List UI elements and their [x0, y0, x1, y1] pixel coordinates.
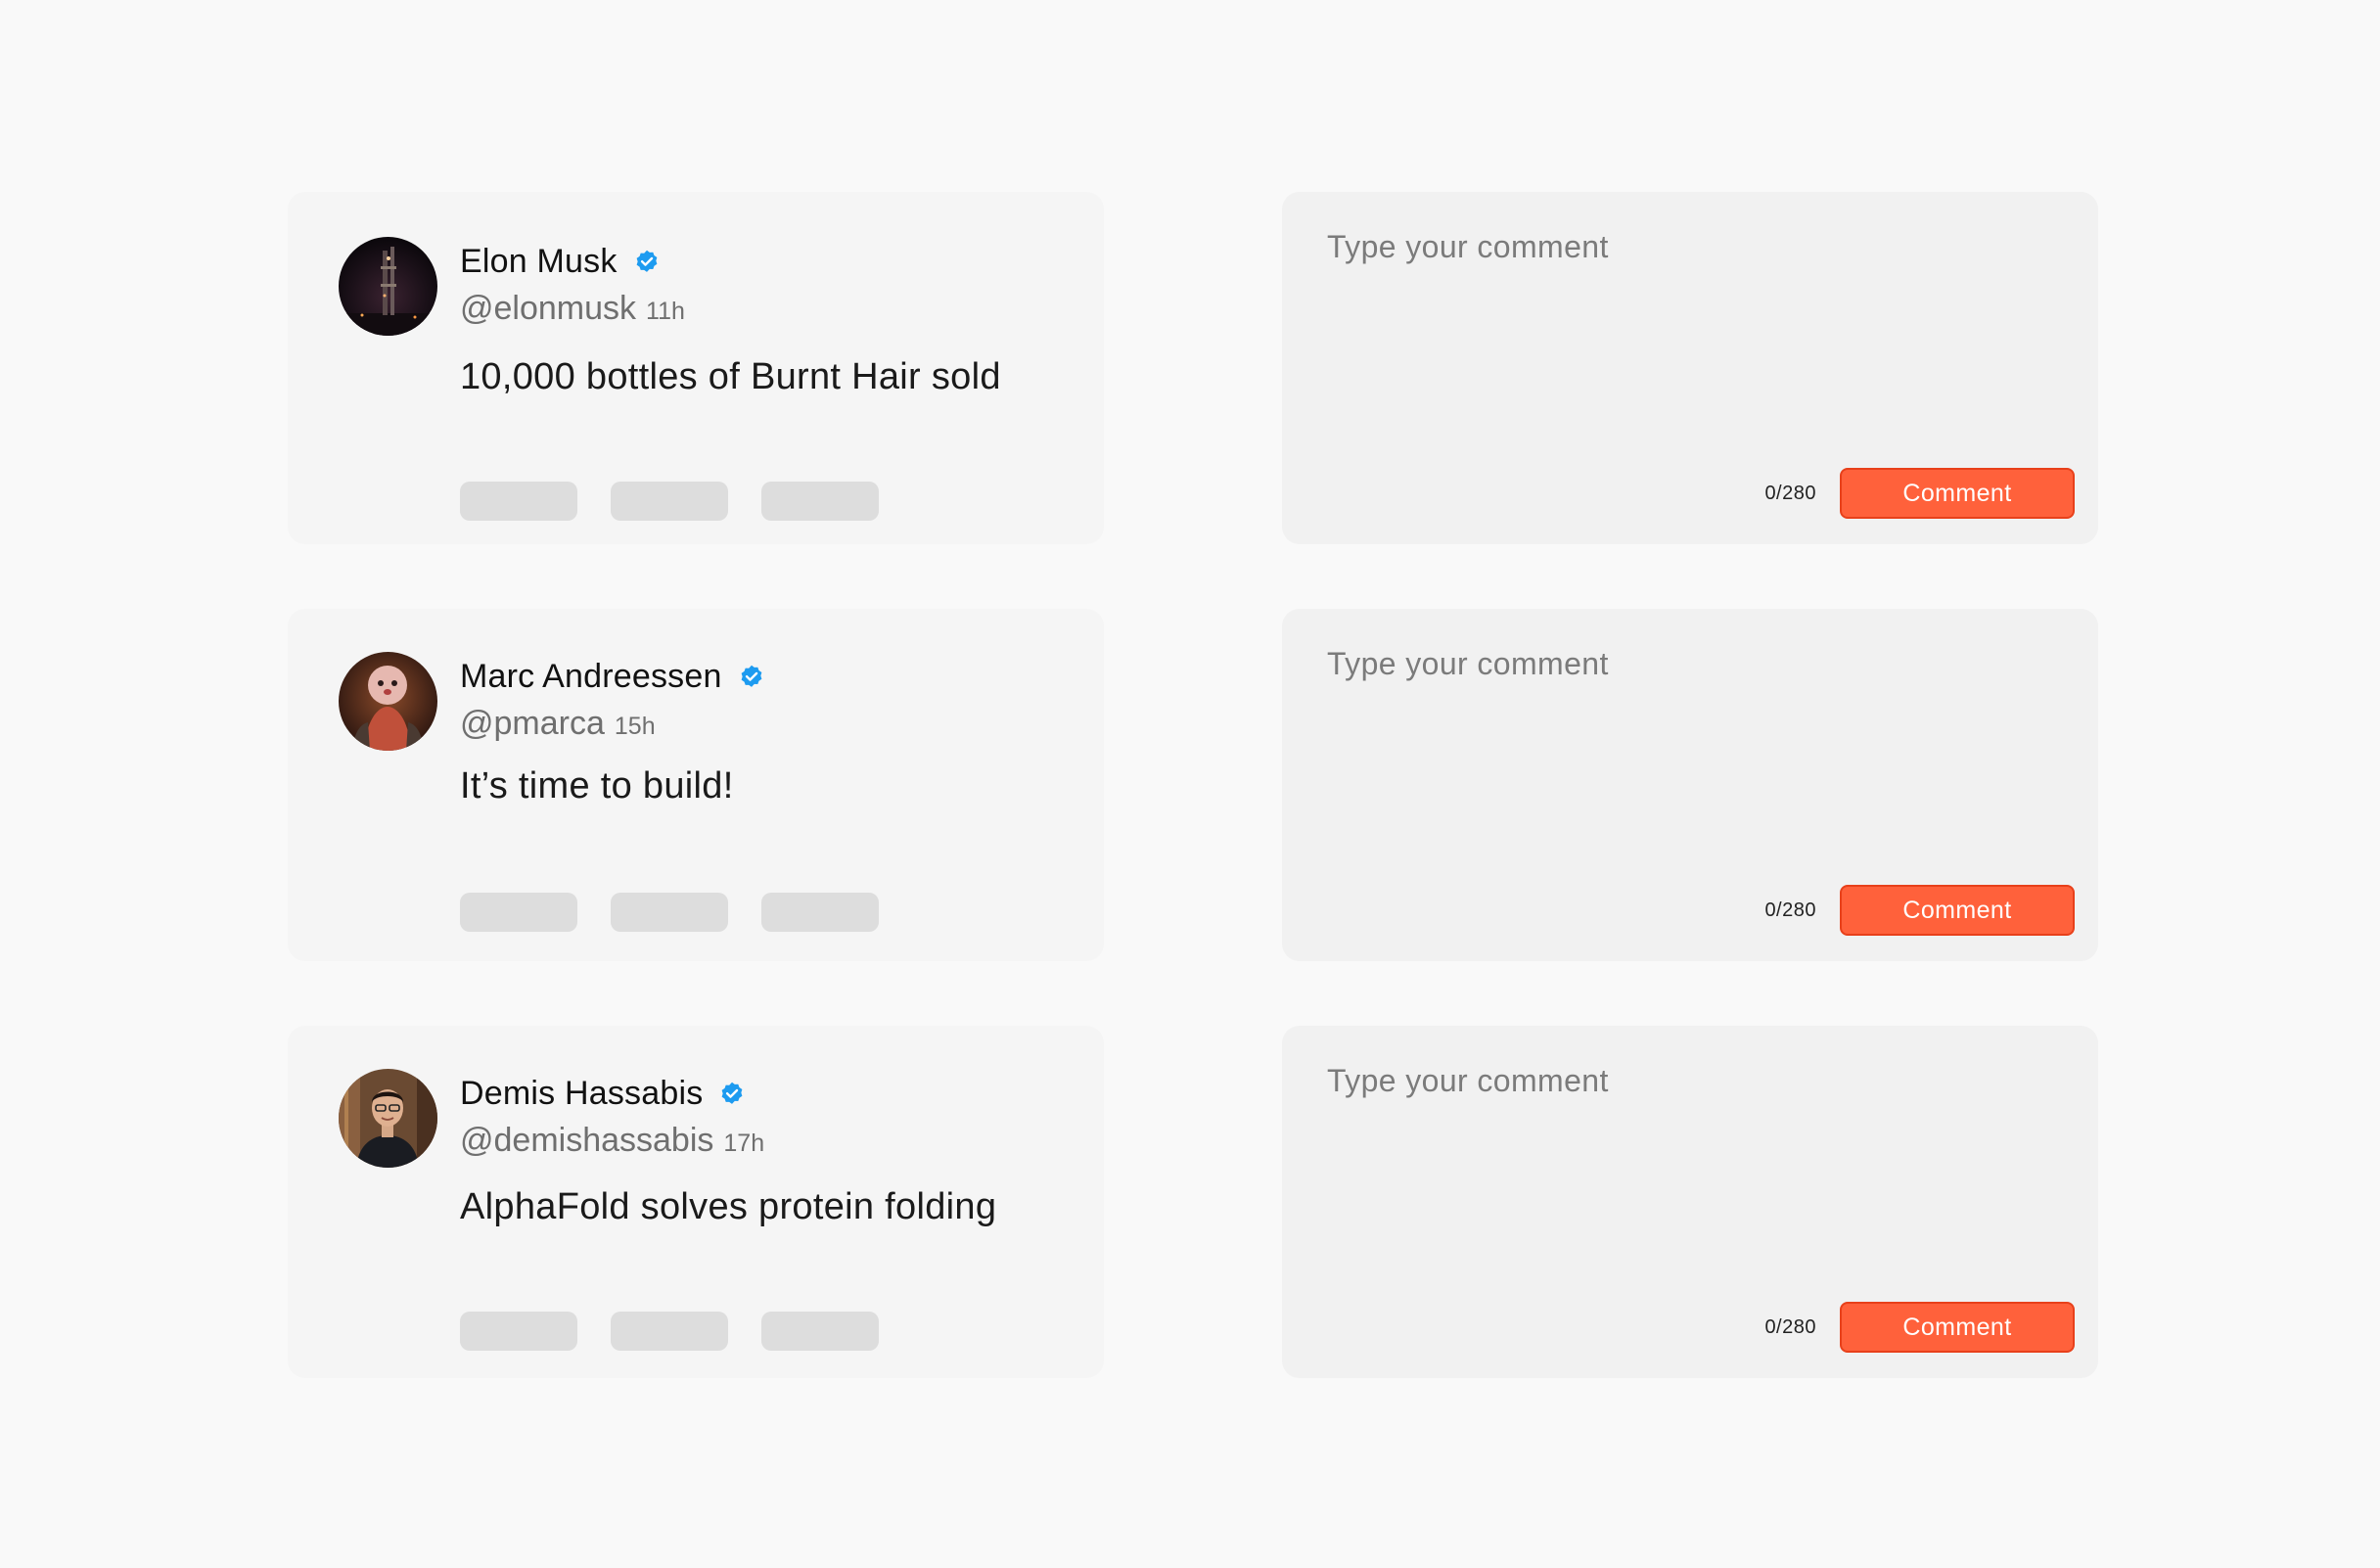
timestamp: 11h [646, 298, 685, 325]
verified-badge-icon [633, 249, 661, 276]
comment-box: 0/280 Comment [1282, 192, 2098, 544]
avatar[interactable] [339, 652, 437, 751]
tweet-card: Elon Musk @elonmusk 11h 10,000 bottles of… [288, 192, 1104, 544]
tweet-card: Marc Andreessen @pmarca 15h It’s time to … [288, 609, 1104, 961]
verified-badge-icon [718, 1081, 746, 1108]
comment-box: 0/280 Comment [1282, 609, 2098, 961]
handle-line: @elonmusk 11h [460, 290, 685, 328]
handle-line: @pmarca 15h [460, 705, 656, 743]
author-name[interactable]: Marc Andreessen [460, 658, 722, 696]
retweet-action-placeholder[interactable] [611, 1312, 728, 1351]
author-handle[interactable]: @pmarca [460, 705, 605, 742]
tweet-text: It’s time to build! [460, 765, 734, 807]
like-action-placeholder[interactable] [761, 893, 879, 932]
comment-button[interactable]: Comment [1840, 1302, 2075, 1353]
avatar[interactable] [339, 237, 437, 336]
tweet-card: Demis Hassabis @demishassabis 17h AlphaFo… [288, 1026, 1104, 1378]
tweet-row: Elon Musk @elonmusk 11h 10,000 bottles of… [0, 192, 2380, 544]
tweet-row: Demis Hassabis @demishassabis 17h AlphaFo… [0, 1026, 2380, 1378]
like-action-placeholder[interactable] [761, 1312, 879, 1351]
author-name[interactable]: Demis Hassabis [460, 1075, 703, 1113]
tweet-text: AlphaFold solves protein folding [460, 1186, 997, 1227]
author-handle[interactable]: @elonmusk [460, 290, 636, 327]
comment-input[interactable] [1327, 646, 2051, 842]
comment-box: 0/280 Comment [1282, 1026, 2098, 1378]
tweet-row: Marc Andreessen @pmarca 15h It’s time to … [0, 609, 2380, 961]
author-handle[interactable]: @demishassabis [460, 1122, 713, 1159]
character-count: 0/280 [1764, 1316, 1816, 1338]
reply-action-placeholder[interactable] [460, 1312, 577, 1351]
verified-badge-icon [738, 664, 765, 691]
author-line: Demis Hassabis [460, 1075, 746, 1113]
retweet-action-placeholder[interactable] [611, 893, 728, 932]
reply-action-placeholder[interactable] [460, 893, 577, 932]
reply-action-placeholder[interactable] [460, 482, 577, 521]
comment-button[interactable]: Comment [1840, 468, 2075, 519]
like-action-placeholder[interactable] [761, 482, 879, 521]
author-line: Elon Musk [460, 243, 661, 281]
character-count: 0/280 [1764, 899, 1816, 921]
avatar[interactable] [339, 1069, 437, 1168]
comment-input[interactable] [1327, 229, 2051, 425]
author-line: Marc Andreessen [460, 658, 765, 696]
timestamp: 17h [723, 1130, 765, 1157]
character-count: 0/280 [1764, 483, 1816, 504]
timestamp: 15h [614, 713, 656, 740]
comment-button[interactable]: Comment [1840, 885, 2075, 936]
tweet-text: 10,000 bottles of Burnt Hair sold [460, 356, 1001, 397]
comment-input[interactable] [1327, 1063, 2051, 1259]
author-name[interactable]: Elon Musk [460, 243, 618, 281]
retweet-action-placeholder[interactable] [611, 482, 728, 521]
handle-line: @demishassabis 17h [460, 1122, 764, 1160]
